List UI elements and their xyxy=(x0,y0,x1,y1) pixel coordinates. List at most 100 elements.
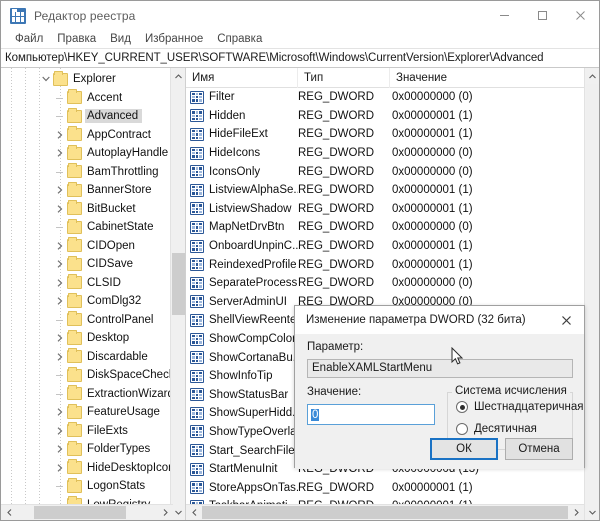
minimize-icon[interactable] xyxy=(485,1,523,30)
column-header-name[interactable]: Имя xyxy=(186,68,298,88)
value-name-label: OnboardUnpinC... xyxy=(209,240,298,253)
close-icon[interactable] xyxy=(561,1,599,30)
tree-item-appcontract[interactable]: AppContract xyxy=(1,126,173,145)
table-row[interactable]: Filter REG_DWORD 0x00000000 (0) xyxy=(186,88,584,107)
tree-item-fileexts[interactable]: FileExts xyxy=(1,422,173,441)
value-name-cell: ListviewShadow xyxy=(186,202,298,216)
tree-item-diskspacecheck[interactable]: DiskSpaceCheck xyxy=(1,366,173,385)
tree-item-clsid[interactable]: CLSID xyxy=(1,274,173,293)
tree-hscrollbar-thumb[interactable] xyxy=(34,506,126,519)
table-row[interactable]: OnboardUnpinC... REG_DWORD 0x00000001 (1) xyxy=(186,237,584,256)
chevron-right-icon[interactable] xyxy=(53,403,67,421)
tree-vertical-scrollbar[interactable] xyxy=(170,68,185,520)
radio-selected-icon xyxy=(456,401,468,413)
tree-item-cabinetstate[interactable]: CabinetState xyxy=(1,218,173,237)
registry-tree: Explorer Accent Advanced AppContract Autopla… xyxy=(1,68,173,504)
chevron-right-icon[interactable] xyxy=(53,292,67,310)
tree-item-bitbucket[interactable]: BitBucket xyxy=(1,200,173,219)
table-row[interactable]: SeparateProcess REG_DWORD 0x00000000 (0) xyxy=(186,274,584,293)
folder-icon xyxy=(67,403,82,419)
address-bar[interactable]: Компьютер\HKEY_CURRENT_USER\SOFTWARE\Mic… xyxy=(1,49,599,68)
chevron-right-icon[interactable] xyxy=(53,348,67,366)
scroll-up-icon[interactable] xyxy=(171,68,185,84)
table-row[interactable]: ListviewShadow REG_DWORD 0x00000001 (1) xyxy=(186,200,584,219)
tree-item-desktop[interactable]: Desktop xyxy=(1,329,173,348)
tree-item-bannerstore[interactable]: BannerStore xyxy=(1,181,173,200)
chevron-right-icon[interactable] xyxy=(53,181,67,199)
tree-scrollbar-thumb[interactable] xyxy=(172,253,185,315)
list-horizontal-scrollbar[interactable] xyxy=(186,504,584,520)
close-icon[interactable] xyxy=(548,306,584,334)
menu-item-edit[interactable]: Правка xyxy=(50,32,103,47)
scroll-up-icon[interactable] xyxy=(585,68,599,84)
window-controls xyxy=(485,1,599,30)
chevron-right-icon[interactable] xyxy=(53,200,67,218)
menu-item-help[interactable]: Справка xyxy=(210,32,269,47)
scroll-right-icon[interactable] xyxy=(157,505,173,520)
chevron-right-icon[interactable] xyxy=(53,237,67,255)
tree-item-advanced[interactable]: Advanced xyxy=(1,107,173,126)
tree-item-logonstats[interactable]: LogonStats xyxy=(1,477,173,496)
tree-item-cidopen[interactable]: CIDOpen xyxy=(1,237,173,256)
list-hscrollbar-thumb[interactable] xyxy=(202,506,568,519)
menu-item-file[interactable]: Файл xyxy=(8,32,50,47)
tree-item-discardable[interactable]: Discardable xyxy=(1,348,173,367)
value-data-cell: 0x00000000 (0) xyxy=(392,277,473,290)
scroll-left-icon[interactable] xyxy=(186,505,202,520)
tree-item-bamthrottling[interactable]: BamThrottling xyxy=(1,163,173,182)
folder-icon xyxy=(67,181,82,197)
value-name-label: ShowTypeOverlay xyxy=(209,425,298,438)
scroll-right-icon[interactable] xyxy=(568,505,584,520)
chevron-right-icon[interactable] xyxy=(53,255,67,273)
menu-item-view[interactable]: Вид xyxy=(103,32,138,47)
tree-horizontal-scrollbar[interactable] xyxy=(1,504,173,520)
list-scrollbar-thumb[interactable] xyxy=(586,84,599,140)
tree-item-cidsave[interactable]: CIDSave xyxy=(1,255,173,274)
value-data-input[interactable]: 0 xyxy=(307,404,435,425)
table-row[interactable]: StoreAppsOnTas... REG_DWORD 0x00000001 (1) xyxy=(186,478,584,497)
value-data-cell: 0x00000001 (1) xyxy=(392,109,473,122)
chevron-right-icon[interactable] xyxy=(53,144,67,162)
tree-item-extractionwizard[interactable]: ExtractionWizard xyxy=(1,385,173,404)
menu-item-favorites[interactable]: Избранное xyxy=(138,32,210,47)
tree-item-comdlg32[interactable]: ComDlg32 xyxy=(1,292,173,311)
chevron-right-icon[interactable] xyxy=(53,459,67,477)
radio-hexadecimal[interactable]: Шестнадцатеричная xyxy=(456,401,583,413)
table-row[interactable]: ReindexedProfile REG_DWORD 0x00000001 (1) xyxy=(186,255,584,274)
chevron-right-icon[interactable] xyxy=(53,422,67,440)
chevron-right-icon[interactable] xyxy=(53,126,67,144)
tree-item-featureusage[interactable]: FeatureUsage xyxy=(1,403,173,422)
table-row[interactable]: TaskbarAnimati...REG_DWORD0x00000001 (1) xyxy=(186,497,584,504)
column-header-value[interactable]: Значение xyxy=(390,68,599,88)
table-row[interactable]: IconsOnly REG_DWORD 0x00000000 (0) xyxy=(186,162,584,181)
tree-item-explorer[interactable]: Explorer xyxy=(1,70,173,89)
scroll-down-icon[interactable] xyxy=(585,504,599,520)
value-name-label: IconsOnly xyxy=(209,165,261,178)
tree-item-lowregistry[interactable]: LowRegistry xyxy=(1,496,173,504)
scroll-left-icon[interactable] xyxy=(1,505,17,520)
list-vertical-scrollbar[interactable] xyxy=(584,68,599,520)
tree-item-foldertypes[interactable]: FolderTypes xyxy=(1,440,173,459)
chevron-right-icon[interactable] xyxy=(53,329,67,347)
column-header-type[interactable]: Тип xyxy=(298,68,390,88)
chevron-right-icon[interactable] xyxy=(53,274,67,292)
table-row[interactable]: HideFileExt REG_DWORD 0x00000001 (1) xyxy=(186,125,584,144)
tree-item-hidedesktopicons[interactable]: HideDesktopIcons xyxy=(1,459,173,478)
table-row[interactable]: HideIcons REG_DWORD 0x00000000 (0) xyxy=(186,144,584,163)
tree-item-controlpanel[interactable]: ControlPanel xyxy=(1,311,173,330)
tree-item-autoplayhandle[interactable]: AutoplayHandle xyxy=(1,144,173,163)
tree-item-accent[interactable]: Accent xyxy=(1,89,173,108)
chevron-right-icon[interactable] xyxy=(53,440,67,458)
cancel-button[interactable]: Отмена xyxy=(505,438,573,460)
radio-decimal[interactable]: Десятичная xyxy=(456,423,537,435)
scroll-down-icon[interactable] xyxy=(171,504,185,520)
table-row[interactable]: ListviewAlphaSe... REG_DWORD 0x00000001 (1… xyxy=(186,181,584,200)
maximize-icon[interactable] xyxy=(523,1,561,30)
table-row[interactable]: Hidden REG_DWORD 0x00000001 (1) xyxy=(186,107,584,126)
chevron-down-icon[interactable] xyxy=(39,70,53,88)
registry-value-icon xyxy=(190,351,204,365)
tree-leaf-marker xyxy=(53,107,67,125)
ok-button[interactable]: ОК xyxy=(430,438,498,460)
param-name-field[interactable]: EnableXAMLStartMenu xyxy=(307,359,573,378)
table-row[interactable]: MapNetDrvBtn REG_DWORD 0x00000000 (0) xyxy=(186,218,584,237)
